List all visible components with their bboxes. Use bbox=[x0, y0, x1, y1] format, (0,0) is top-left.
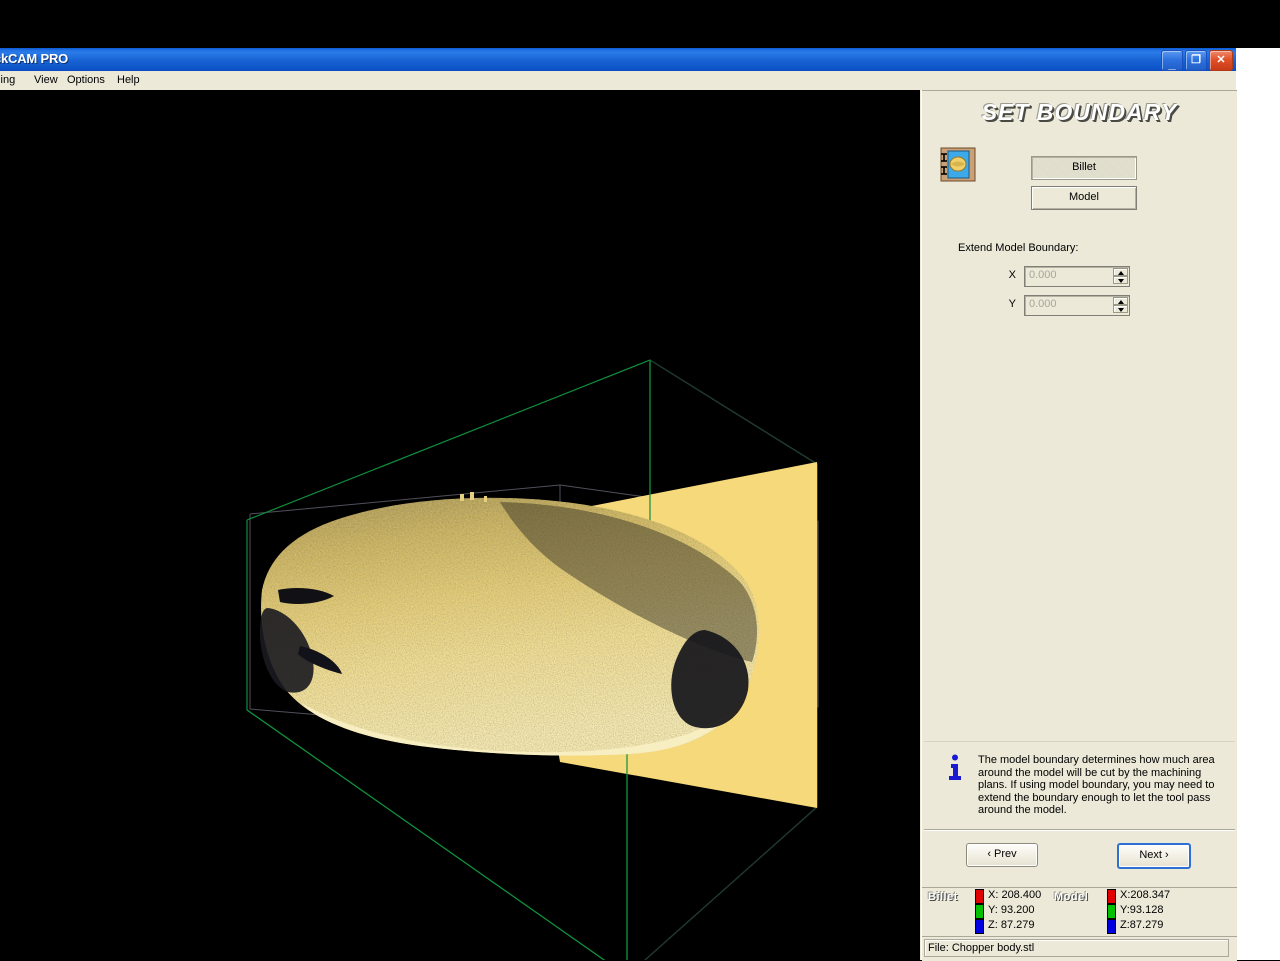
extend-y-input[interactable]: 0.000 bbox=[1024, 295, 1130, 316]
info-icon bbox=[944, 753, 966, 783]
extend-x-stepper-down[interactable] bbox=[1113, 276, 1128, 284]
panel-top-border bbox=[922, 90, 1237, 91]
model-z-axis-swatch bbox=[1107, 919, 1116, 934]
dimensions-status: Billet X: 208.400 Y: 93.200 Z: 87.279 Mo… bbox=[922, 888, 1237, 936]
desktop-right-gutter bbox=[1236, 48, 1280, 960]
menu-item-tooling[interactable]: oling bbox=[0, 74, 15, 86]
restore-button[interactable]: ❐ bbox=[1185, 50, 1207, 71]
menu-item-view[interactable]: View bbox=[34, 74, 58, 86]
wizard-panel: SET BOUNDARY Billet Model Extend Model B… bbox=[921, 90, 1237, 961]
window-title: ckCAM PRO bbox=[0, 51, 69, 66]
minimize-icon: _ bbox=[1168, 56, 1176, 71]
current-file-label: File: Chopper body.stl bbox=[928, 942, 1035, 954]
billet-dimensions-group: Billet bbox=[928, 891, 958, 903]
billet-label: Billet bbox=[928, 891, 958, 903]
x-axis-swatch bbox=[975, 889, 984, 904]
extend-x-input[interactable]: 0.000 bbox=[1024, 266, 1130, 287]
nav-separator-highlight bbox=[924, 830, 1235, 831]
next-button[interactable]: Next › bbox=[1117, 843, 1191, 869]
model-x-axis-swatch bbox=[1107, 889, 1116, 904]
boundary-model-button[interactable]: Model bbox=[1031, 186, 1137, 210]
main-window: ckCAM PRO _ ❐ ✕ oling View Options Help bbox=[0, 48, 1237, 961]
status-bar: File: Chopper body.stl bbox=[922, 936, 1237, 961]
boundary-billet-button[interactable]: Billet bbox=[1031, 156, 1137, 180]
desktop-background bbox=[0, 0, 1280, 48]
model-y-value: Y:93.128 bbox=[1120, 904, 1164, 916]
billet-x-value: X: 208.400 bbox=[988, 889, 1042, 901]
extend-y-value: 0.000 bbox=[1029, 298, 1057, 310]
billet-axis-swatches bbox=[975, 889, 984, 935]
window-controls: _ ❐ ✕ bbox=[1161, 50, 1233, 71]
extend-y-row: Y 0.000 bbox=[1004, 295, 1144, 316]
extend-y-stepper-up[interactable] bbox=[1113, 297, 1128, 305]
close-button[interactable]: ✕ bbox=[1209, 50, 1233, 71]
billet-values: X: 208.400 Y: 93.200 Z: 87.279 bbox=[988, 888, 1041, 933]
extend-x-row: X 0.000 bbox=[1004, 266, 1144, 287]
extend-y-stepper-down[interactable] bbox=[1113, 305, 1128, 313]
menu-item-help[interactable]: Help bbox=[117, 74, 140, 86]
menu-item-options[interactable]: Options bbox=[67, 74, 105, 86]
set-boundary-icon bbox=[938, 146, 978, 184]
title-bar[interactable]: ckCAM PRO _ ❐ ✕ bbox=[0, 48, 1236, 72]
z-axis-swatch bbox=[975, 919, 984, 934]
extend-x-stepper[interactable] bbox=[1113, 268, 1128, 285]
prev-button[interactable]: ‹ Prev bbox=[966, 843, 1038, 867]
billet-y-value: Y: 93.200 bbox=[988, 904, 1035, 916]
3d-scene bbox=[0, 90, 920, 960]
info-separator bbox=[924, 741, 1235, 742]
extend-boundary-label: Extend Model Boundary: bbox=[958, 242, 1079, 254]
model-label: Model bbox=[1054, 891, 1089, 903]
client-area: SET BOUNDARY Billet Model Extend Model B… bbox=[0, 90, 1237, 961]
model-values: X:208.347 Y:93.128 Z:87.279 bbox=[1120, 888, 1170, 933]
extend-x-stepper-up[interactable] bbox=[1113, 268, 1128, 276]
application-root: ckCAM PRO _ ❐ ✕ oling View Options Help bbox=[0, 0, 1280, 961]
model-axis-swatches bbox=[1107, 889, 1116, 935]
model-y-axis-swatch bbox=[1107, 904, 1116, 919]
restore-icon: ❐ bbox=[1191, 54, 1201, 66]
y-axis-swatch bbox=[975, 904, 984, 919]
extend-y-label: Y bbox=[1008, 298, 1016, 310]
3d-viewport[interactable] bbox=[0, 90, 920, 960]
page-title: SET BOUNDARY bbox=[981, 99, 1178, 125]
minimize-button[interactable]: _ bbox=[1161, 50, 1183, 71]
menu-bar: oling View Options Help bbox=[0, 71, 1236, 91]
status-bar-cell: File: Chopper body.stl bbox=[924, 939, 1229, 957]
extend-y-stepper[interactable] bbox=[1113, 297, 1128, 314]
extend-x-label: X bbox=[1008, 269, 1016, 281]
billet-z-value: Z: 87.279 bbox=[988, 919, 1035, 931]
close-icon: ✕ bbox=[1216, 54, 1226, 66]
model-dimensions-group: Model bbox=[1054, 891, 1088, 903]
model-z-value: Z:87.279 bbox=[1120, 919, 1164, 931]
extend-x-value: 0.000 bbox=[1029, 269, 1057, 281]
info-text: The model boundary determines how much a… bbox=[978, 754, 1215, 817]
model-x-value: X:208.347 bbox=[1120, 889, 1171, 901]
